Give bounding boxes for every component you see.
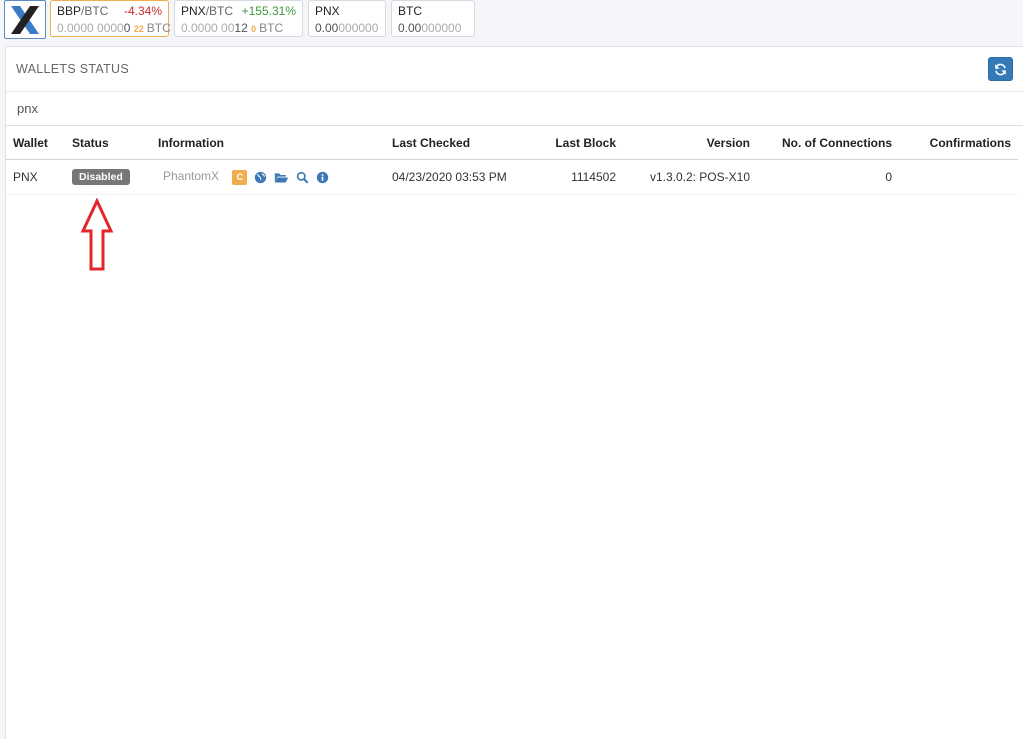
ticker-symbol: PNX <box>181 4 206 18</box>
col-information[interactable]: Information <box>151 126 385 160</box>
wallet-full-name: PhantomX <box>163 169 220 184</box>
status-badge: Disabled <box>72 169 130 185</box>
exchange-logo[interactable] <box>4 0 46 39</box>
table-row[interactable]: PNX Disabled PhantomX C 04/23/2020 03:53… <box>6 159 1018 195</box>
refresh-button[interactable] <box>988 57 1013 81</box>
wallets-status-panel: WALLETS STATUS Wallet Status Information… <box>5 46 1023 739</box>
ticker-price: 0.0000 00 <box>181 21 235 35</box>
status-cell: Disabled <box>65 159 151 195</box>
ticker-bar: BBP/BTC -4.34% 0.0000 00000 22 BTC PNX/BT… <box>0 0 1023 42</box>
col-last-checked[interactable]: Last Checked <box>385 126 539 160</box>
balance-btc[interactable]: BTC 0.00000000 <box>391 0 475 37</box>
version-cell: v1.3.0.2: POS-X10 <box>623 159 757 195</box>
ticker-unit: BTC <box>146 21 171 35</box>
folder-open-icon[interactable] <box>274 171 289 184</box>
col-confirmations[interactable]: Confirmations <box>899 126 1018 160</box>
balance-symbol: PNX <box>315 4 340 18</box>
ticker-quote: /BTC <box>81 4 109 18</box>
coin-c-badge[interactable]: C <box>232 169 248 185</box>
confirmations-cell <box>899 159 1018 195</box>
col-status[interactable]: Status <box>65 126 151 160</box>
wallet-cell: PNX <box>6 159 65 195</box>
connections-cell: 0 <box>757 159 899 195</box>
last-block-cell: 1114502 <box>539 159 623 195</box>
globe-icon[interactable] <box>254 171 267 184</box>
balance-value: 0.00 <box>315 21 339 35</box>
last-checked-cell: 04/23/2020 03:53 PM <box>385 159 539 195</box>
col-version[interactable]: Version <box>623 126 757 160</box>
ticker-price-sub: 22 <box>133 24 144 34</box>
balance-pnx[interactable]: PNX 0.00000000 <box>308 0 386 37</box>
col-connections[interactable]: No. of Connections <box>757 126 899 160</box>
col-wallet[interactable]: Wallet <box>6 126 65 160</box>
information-cell: PhantomX C <box>151 159 385 195</box>
ticker-quote: /BTC <box>205 4 234 18</box>
balance-value: 0.00 <box>398 21 422 35</box>
balance-symbol: BTC <box>398 4 422 18</box>
ticker-bbp-btc[interactable]: BBP/BTC -4.34% 0.0000 00000 22 BTC <box>50 0 171 37</box>
ticker-change: +155.31% <box>241 4 296 18</box>
balance-value-decimals: 000000 <box>421 21 462 35</box>
info-icon[interactable] <box>316 171 329 184</box>
table-header-row: Wallet Status Information Last Checked L… <box>6 126 1018 160</box>
ticker-price: 0.0000 0000 <box>57 21 124 35</box>
annotation-up-arrow-icon <box>80 198 114 271</box>
wallets-table: Wallet Status Information Last Checked L… <box>6 126 1018 195</box>
ticker-unit: BTC <box>259 21 284 35</box>
panel-title: WALLETS STATUS <box>16 62 130 76</box>
ticker-price-digit: 12 <box>234 21 248 35</box>
balance-value-decimals: 000000 <box>338 21 379 35</box>
col-last-block[interactable]: Last Block <box>539 126 623 160</box>
ticker-price-sub: 0 <box>251 24 257 34</box>
ticker-change: -4.34% <box>123 4 162 18</box>
ticker-pnx-btc[interactable]: PNX/BTC +155.31% 0.0000 0012 0 BTC <box>174 0 303 37</box>
search-icon[interactable] <box>296 171 309 184</box>
refresh-icon <box>995 63 1006 75</box>
panel-header: WALLETS STATUS <box>6 47 1023 92</box>
filter-row <box>6 92 1023 126</box>
ticker-price-digit: 0 <box>123 21 131 35</box>
ticker-symbol: BBP <box>57 4 82 18</box>
logo-x-icon <box>11 5 39 34</box>
wallet-filter-input[interactable] <box>9 96 1015 120</box>
